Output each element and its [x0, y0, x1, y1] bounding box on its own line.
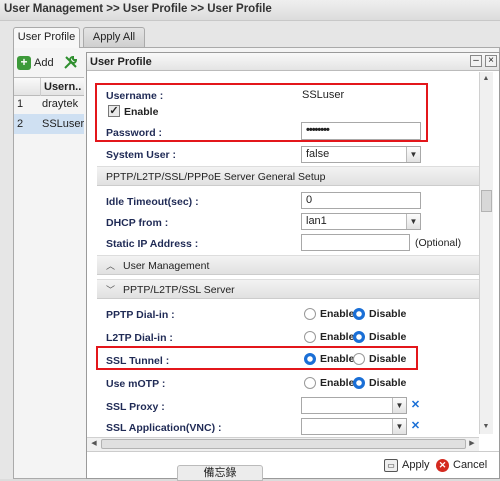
add-button[interactable]: + Add: [17, 54, 57, 72]
clear-ssl-proxy-icon[interactable]: ✕: [409, 399, 422, 412]
static-ip-label: Static IP Address :: [106, 238, 199, 250]
ssl-app-select[interactable]: ▼: [301, 418, 407, 435]
scroll-down-icon[interactable]: ▼: [480, 421, 492, 433]
ssl-tunnel-disable-label: Disable: [369, 353, 407, 365]
cancel-icon: ✕: [436, 458, 449, 472]
l2tp-dialin-enable-label: Enable: [320, 331, 355, 343]
dhcp-from-select[interactable]: lan1 ▼: [301, 213, 421, 230]
system-user-label: System User :: [106, 149, 177, 161]
tab-user-profile[interactable]: User Profile: [13, 27, 80, 48]
dialog-title: User Profile: [87, 53, 499, 71]
clear-ssl-app-icon[interactable]: ✕: [409, 420, 422, 433]
row-username: draytek: [42, 98, 79, 110]
use-motp-label: Use mOTP :: [106, 378, 166, 390]
cancel-label: Cancel: [453, 459, 488, 471]
section-pptp-server-title: PPTP/L2TP/SSL Server: [123, 284, 235, 296]
pptp-dialin-enable-radio[interactable]: [304, 308, 316, 320]
chevron-down-icon: ▼: [406, 214, 420, 229]
chevron-up-icon: ︿: [106, 261, 116, 271]
chevron-down-icon: ▼: [392, 398, 406, 413]
scroll-up-icon[interactable]: ▲: [480, 73, 492, 85]
list-item[interactable]: 2 SSLuser: [14, 114, 84, 134]
horizontal-scroll-thumb[interactable]: [101, 439, 466, 449]
tools-icon[interactable]: [62, 54, 80, 72]
tab-apply-all[interactable]: Apply All: [83, 27, 145, 47]
scroll-right-icon[interactable]: ▶: [466, 438, 478, 450]
chevron-down-icon: ▼: [392, 419, 406, 434]
vertical-scroll-thumb[interactable]: [481, 190, 492, 212]
use-motp-disable-label: Disable: [369, 377, 407, 389]
password-label: Password :: [106, 127, 163, 139]
static-ip-field[interactable]: [301, 234, 410, 251]
use-motp-disable-radio[interactable]: [353, 377, 365, 389]
l2tp-dialin-disable-radio[interactable]: [353, 331, 365, 343]
close-icon[interactable]: ×: [485, 55, 497, 67]
apply-icon: ▭: [384, 458, 398, 472]
chevron-down-icon: ﹀: [106, 285, 116, 295]
row-username: SSLuser: [42, 118, 85, 130]
ssl-tunnel-enable-radio[interactable]: [304, 353, 316, 365]
enable-label: Enable: [124, 106, 159, 118]
add-label: Add: [34, 57, 54, 69]
ssl-app-label: SSL Application(VNC) :: [106, 422, 222, 434]
idle-timeout-field[interactable]: 0: [301, 192, 421, 209]
ssl-tunnel-enable-label: Enable: [320, 353, 355, 365]
username-label: Username :: [106, 90, 164, 102]
system-user-select[interactable]: false ▼: [301, 146, 421, 163]
pptp-dialin-disable-radio[interactable]: [353, 308, 365, 320]
pptp-dialin-enable-label: Enable: [320, 308, 355, 320]
section-user-management[interactable]: ︿ User Management: [97, 255, 487, 275]
chevron-down-icon: ▼: [406, 147, 420, 162]
use-motp-enable-label: Enable: [320, 377, 355, 389]
ssl-tunnel-disable-radio[interactable]: [353, 353, 365, 365]
row-number: 1: [17, 98, 24, 110]
ssl-tunnel-label: SSL Tunnel :: [106, 355, 170, 367]
section-user-management-title: User Management: [123, 260, 210, 272]
username-value: SSLuser: [302, 89, 345, 101]
scroll-left-icon[interactable]: ◀: [88, 438, 100, 450]
system-user-value: false: [306, 148, 330, 160]
pptp-dialin-disable-label: Disable: [369, 308, 407, 320]
password-field[interactable]: ••••••••: [301, 122, 421, 140]
pptp-dialin-label: PPTP Dial-in :: [106, 309, 175, 321]
l2tp-dialin-enable-radio[interactable]: [304, 331, 316, 343]
vertical-scrollbar[interactable]: [479, 72, 493, 434]
section-pptp-general-title: PPTP/L2TP/SSL/PPPoE Server General Setup: [106, 171, 326, 183]
cancel-button[interactable]: ✕ Cancel: [436, 456, 487, 474]
add-icon: +: [17, 56, 31, 71]
section-pptp-general: PPTP/L2TP/SSL/PPPoE Server General Setup: [97, 166, 487, 186]
enable-checkbox[interactable]: ✓: [108, 105, 120, 117]
l2tp-dialin-disable-label: Disable: [369, 331, 407, 343]
minimize-icon[interactable]: –: [470, 55, 482, 67]
apply-label: Apply: [402, 459, 430, 471]
apply-button[interactable]: ▭ Apply: [384, 456, 430, 474]
l2tp-dialin-label: L2TP Dial-in :: [106, 332, 173, 344]
row-number: 2: [17, 118, 24, 130]
section-pptp-server[interactable]: ﹀ PPTP/L2TP/SSL Server: [97, 279, 487, 299]
breadcrumb: User Management >> User Profile >> User …: [0, 0, 500, 20]
optional-hint: (Optional): [415, 237, 462, 249]
ssl-proxy-label: SSL Proxy :: [106, 401, 165, 413]
idle-timeout-label: Idle Timeout(sec) :: [106, 196, 199, 208]
dhcp-from-value: lan1: [306, 215, 327, 227]
dhcp-from-label: DHCP from :: [106, 217, 169, 229]
list-item[interactable]: 1 draytek: [14, 94, 84, 114]
use-motp-enable-radio[interactable]: [304, 377, 316, 389]
ssl-proxy-select[interactable]: ▼: [301, 397, 407, 414]
